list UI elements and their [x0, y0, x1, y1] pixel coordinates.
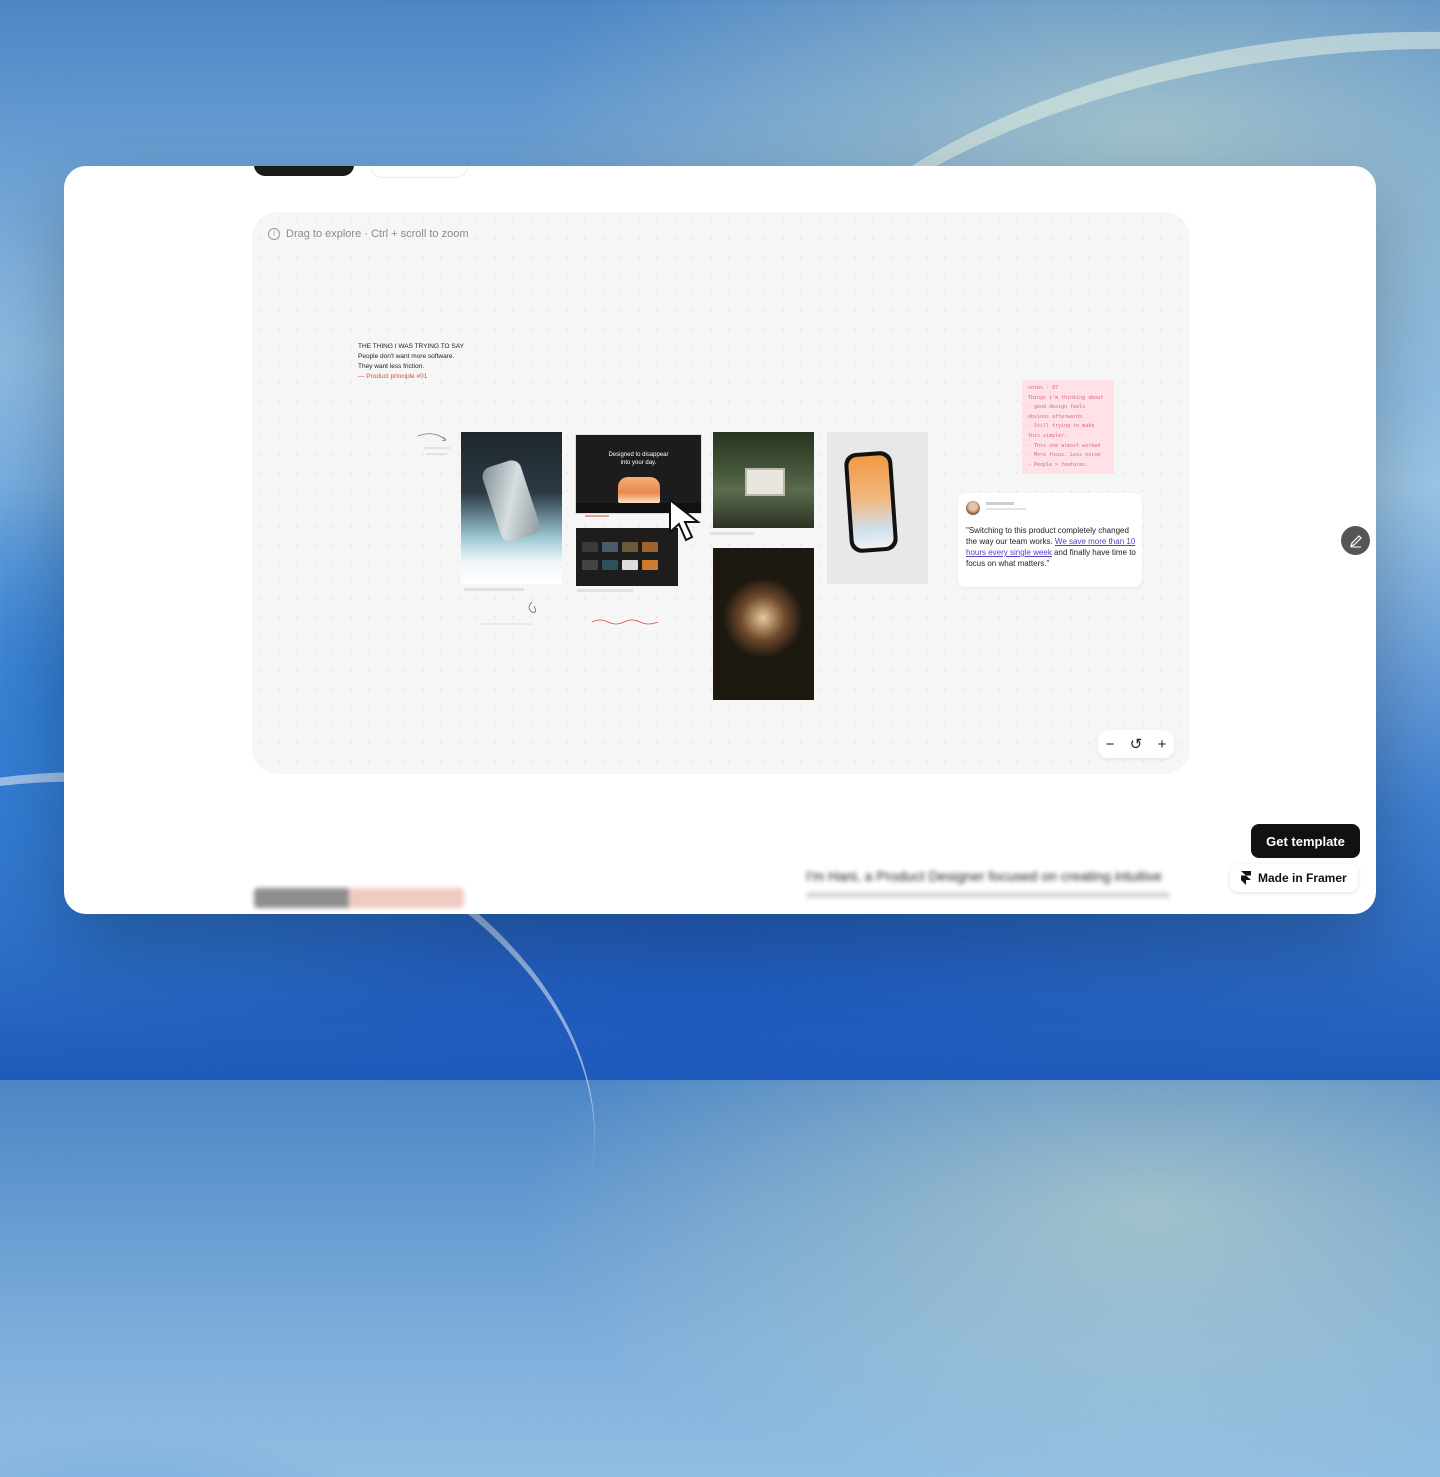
note-line: - Still trying to make [1028, 423, 1095, 430]
note-line: - good design feels [1028, 404, 1086, 411]
made-in-framer-badge[interactable]: Made in Framer [1230, 864, 1358, 892]
signature-icon [482, 601, 536, 625]
squiggle-line-icon [592, 619, 659, 625]
caption-line [710, 532, 754, 535]
intro-text-line [806, 892, 1170, 898]
quote-heading: THE THING I WAS TRYING TO SAY [358, 343, 464, 350]
dash-tile [602, 542, 618, 552]
hand-drawn-arrow-icon [417, 433, 450, 455]
note-line: - More focus. Less noise [1028, 452, 1101, 459]
pencil-icon [1349, 534, 1362, 547]
testimonial-card[interactable]: "Switching to this product completely ch… [958, 493, 1142, 587]
dash-tile [642, 542, 658, 552]
dash-tile [622, 560, 638, 570]
dash-tile [602, 560, 618, 570]
intro-text: I'm Hani, a Product Designer focused on … [806, 868, 1162, 884]
hand-phone-image [843, 450, 899, 554]
quote-attribution: — Product principle #01 [358, 373, 428, 380]
note-line: Things i'm thinking about [1028, 394, 1104, 401]
promo-title-line: into your day. [620, 460, 657, 466]
note-line: this simpler. [1028, 432, 1068, 439]
dashboard-card[interactable] [576, 528, 678, 586]
dash-tile [582, 560, 598, 570]
get-template-button[interactable]: Get template [1251, 824, 1360, 858]
zoom-controls: − ↺ + [1098, 730, 1174, 758]
dash-tile [622, 542, 638, 552]
dash-tile [642, 560, 658, 570]
caption-line [577, 589, 633, 592]
phone-screen [847, 454, 895, 550]
browser-window: i Drag to explore · Ctrl + scroll to zoo… [64, 166, 1376, 914]
note-line: obvious afterwards. [1028, 413, 1086, 420]
note-line: notes · 07 [1028, 385, 1059, 391]
nav-pill-secondary[interactable] [370, 166, 468, 178]
testimonial-author [986, 502, 1014, 505]
zoom-in-button[interactable]: + [1158, 736, 1167, 753]
promo-image [618, 477, 660, 503]
testimonial-role [986, 508, 1026, 510]
photo-card-flower[interactable] [713, 548, 814, 700]
hint-text: Drag to explore · Ctrl + scroll to zoom [286, 228, 469, 240]
promo-title-line: Designed to disappear [608, 452, 669, 458]
quote-line: They want less friction. [358, 363, 425, 370]
made-in-framer-label: Made in Framer [1258, 871, 1347, 885]
promo-title: Designed to disappear into your day. [576, 451, 701, 467]
nav-pill-primary[interactable] [254, 166, 354, 176]
dash-tile [582, 542, 598, 552]
note-line: - People > features. [1028, 461, 1089, 468]
caption-line [464, 588, 524, 591]
photo-card-laptop[interactable] [713, 432, 814, 528]
section-heading-blurred [254, 888, 464, 908]
quote-block: THE THING I WAS TRYING TO SAY People don… [358, 342, 464, 382]
phone-image [479, 457, 543, 545]
quote-line: People don't want more software. [358, 353, 455, 360]
sticky-note[interactable]: notes · 07 Things i'm thinking about - g… [1022, 380, 1114, 474]
photo-card-phone[interactable] [461, 432, 562, 584]
framer-logo-icon [1241, 871, 1251, 885]
note-line: - This one almost worked [1028, 442, 1101, 449]
info-icon: i [268, 228, 280, 240]
cursor-arrow-icon [669, 498, 701, 542]
photo-card-hand[interactable] [827, 432, 928, 584]
testimonial-body: "Switching to this product completely ch… [966, 525, 1136, 569]
edit-pencil-button[interactable] [1341, 526, 1370, 555]
canvas-hint: i Drag to explore · Ctrl + scroll to zoo… [268, 228, 468, 240]
zoom-reset-button[interactable]: ↺ [1130, 735, 1143, 753]
avatar [966, 501, 980, 515]
laptop-image [745, 468, 785, 496]
zoom-out-button[interactable]: − [1106, 736, 1115, 753]
moodboard-canvas[interactable]: i Drag to explore · Ctrl + scroll to zoo… [252, 212, 1190, 774]
promo-link[interactable] [585, 515, 609, 517]
